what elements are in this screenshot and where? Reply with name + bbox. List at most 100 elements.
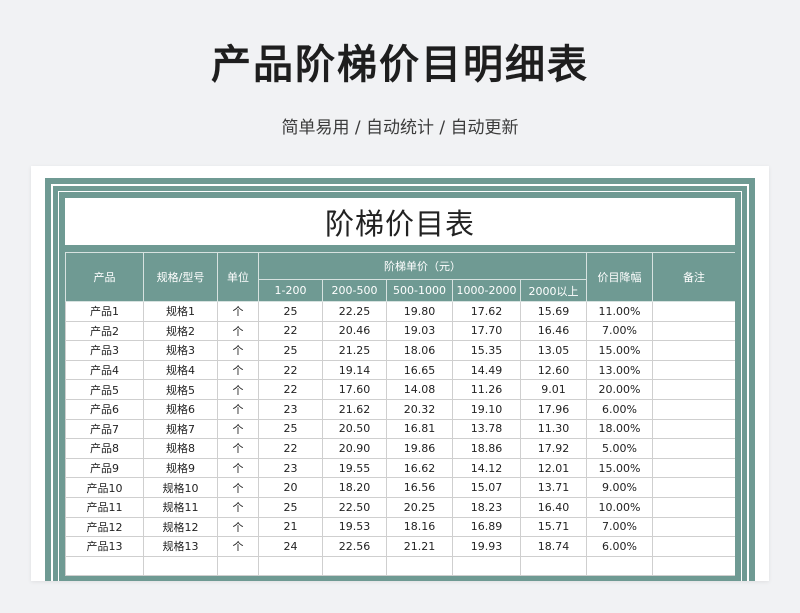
cell-price-drop[interactable]	[586, 555, 654, 577]
cell-tier-5[interactable]: 16.46	[519, 320, 588, 342]
cell-price-drop[interactable]: 6.00%	[586, 536, 654, 557]
cell-unit[interactable]: 个	[217, 379, 259, 400]
cell-spec[interactable]: 规格13	[143, 536, 218, 557]
cell-unit[interactable]: 个	[217, 340, 259, 361]
cell-tier-2[interactable]: 21.62	[322, 398, 387, 420]
cell-tier-3[interactable]	[386, 555, 453, 577]
cell-tier-3[interactable]: 16.81	[386, 418, 453, 440]
cell-unit[interactable]: 个	[217, 477, 259, 498]
cell-tier-5[interactable]: 9.01	[519, 379, 588, 400]
cell-tier-3[interactable]: 16.56	[386, 477, 453, 498]
cell-tier-2[interactable]: 21.25	[322, 340, 387, 361]
cell-note[interactable]	[652, 516, 735, 538]
cell-tier-3[interactable]: 20.32	[386, 398, 453, 420]
cell-tier-5[interactable]: 13.05	[519, 340, 588, 361]
cell-product[interactable]: 产品5	[65, 379, 144, 400]
cell-spec[interactable]: 规格8	[143, 438, 218, 459]
cell-price-drop[interactable]: 7.00%	[586, 320, 654, 342]
cell-price-drop[interactable]: 13.00%	[586, 359, 654, 381]
cell-tier-2[interactable]: 19.14	[322, 359, 387, 381]
cell-spec[interactable]: 规格5	[143, 379, 218, 400]
cell-tier-5[interactable]: 12.60	[519, 359, 588, 381]
cell-spec[interactable]: 规格6	[143, 398, 218, 420]
cell-note[interactable]	[652, 340, 735, 361]
cell-unit[interactable]: 个	[217, 359, 259, 381]
cell-tier-3[interactable]: 21.21	[386, 536, 453, 557]
cell-tier-1[interactable]: 25	[258, 340, 323, 361]
cell-unit[interactable]: 个	[217, 320, 259, 342]
cell-tier-2[interactable]: 19.55	[322, 457, 387, 479]
cell-spec[interactable]: 规格2	[143, 320, 218, 342]
cell-tier-2[interactable]: 22.56	[322, 536, 387, 557]
cell-price-drop[interactable]: 15.00%	[586, 457, 654, 479]
cell-tier-4[interactable]: 15.07	[452, 477, 521, 498]
cell-unit[interactable]	[217, 555, 259, 577]
cell-product[interactable]: 产品12	[65, 516, 144, 538]
cell-unit[interactable]: 个	[217, 516, 259, 538]
cell-tier-5[interactable]: 13.71	[519, 477, 588, 498]
cell-tier-2[interactable]: 20.46	[322, 320, 387, 342]
cell-unit[interactable]: 个	[217, 418, 259, 440]
cell-product[interactable]: 产品8	[65, 438, 144, 459]
cell-tier-1[interactable]: 22	[258, 438, 323, 459]
cell-price-drop[interactable]: 10.00%	[586, 496, 654, 518]
cell-tier-1[interactable]: 22	[258, 320, 323, 342]
cell-tier-2[interactable]: 18.20	[322, 477, 387, 498]
cell-tier-5[interactable]: 15.71	[519, 516, 588, 538]
cell-tier-4[interactable]: 15.35	[452, 340, 521, 361]
cell-price-drop[interactable]: 9.00%	[586, 477, 654, 498]
cell-tier-1[interactable]: 22	[258, 359, 323, 381]
cell-spec[interactable]: 规格11	[143, 496, 218, 518]
cell-tier-3[interactable]: 16.62	[386, 457, 453, 479]
cell-tier-5[interactable]: 17.92	[519, 438, 588, 459]
cell-tier-4[interactable]: 18.23	[452, 496, 521, 518]
cell-tier-4[interactable]: 19.10	[452, 398, 521, 420]
cell-tier-3[interactable]: 19.03	[386, 320, 453, 342]
cell-price-drop[interactable]: 20.00%	[586, 379, 654, 400]
cell-tier-5[interactable]	[519, 555, 588, 577]
cell-tier-3[interactable]: 20.25	[386, 496, 453, 518]
cell-tier-3[interactable]: 16.65	[386, 359, 453, 381]
cell-tier-4[interactable]: 14.12	[452, 457, 521, 479]
cell-note[interactable]	[652, 536, 735, 557]
cell-unit[interactable]: 个	[217, 438, 259, 459]
cell-product[interactable]: 产品9	[65, 457, 144, 479]
cell-tier-1[interactable]: 20	[258, 477, 323, 498]
cell-unit[interactable]: 个	[217, 457, 259, 479]
cell-product[interactable]: 产品7	[65, 418, 144, 440]
cell-spec[interactable]: 规格4	[143, 359, 218, 381]
cell-tier-3[interactable]: 18.06	[386, 340, 453, 361]
cell-tier-4[interactable]: 11.26	[452, 379, 521, 400]
cell-tier-5[interactable]: 15.69	[519, 301, 588, 322]
cell-tier-1[interactable]: 23	[258, 457, 323, 479]
cell-tier-1[interactable]: 24	[258, 536, 323, 557]
cell-product[interactable]: 产品1	[65, 301, 144, 322]
cell-tier-4[interactable]: 13.78	[452, 418, 521, 440]
cell-tier-2[interactable]: 17.60	[322, 379, 387, 400]
cell-spec[interactable]: 规格10	[143, 477, 218, 498]
cell-note[interactable]	[652, 301, 735, 322]
cell-tier-1[interactable]: 22	[258, 379, 323, 400]
cell-unit[interactable]: 个	[217, 398, 259, 420]
cell-tier-1[interactable]: 25	[258, 496, 323, 518]
cell-price-drop[interactable]: 15.00%	[586, 340, 654, 361]
cell-tier-1[interactable]: 25	[258, 301, 323, 322]
cell-note[interactable]	[652, 359, 735, 381]
cell-spec[interactable]: 规格12	[143, 516, 218, 538]
cell-price-drop[interactable]: 5.00%	[586, 438, 654, 459]
cell-product[interactable]: 产品11	[65, 496, 144, 518]
cell-spec[interactable]	[143, 555, 218, 577]
cell-unit[interactable]: 个	[217, 536, 259, 557]
cell-note[interactable]	[652, 379, 735, 400]
cell-product[interactable]: 产品6	[65, 398, 144, 420]
cell-tier-2[interactable]: 20.50	[322, 418, 387, 440]
cell-price-drop[interactable]: 7.00%	[586, 516, 654, 538]
cell-product[interactable]: 产品10	[65, 477, 144, 498]
cell-tier-2[interactable]: 19.53	[322, 516, 387, 538]
cell-tier-2[interactable]: 22.25	[322, 301, 387, 322]
cell-tier-4[interactable]: 14.49	[452, 359, 521, 381]
cell-product[interactable]: 产品13	[65, 536, 144, 557]
cell-product[interactable]	[65, 555, 144, 577]
cell-note[interactable]	[652, 418, 735, 440]
cell-tier-3[interactable]: 19.80	[386, 301, 453, 322]
